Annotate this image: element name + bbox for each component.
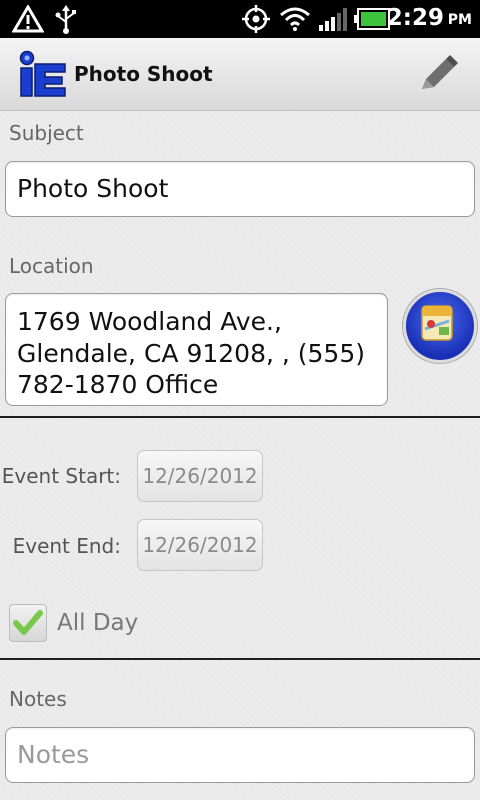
- notes-placeholder: Notes: [17, 740, 90, 769]
- event-start-button[interactable]: 12/26/2012: [137, 450, 263, 502]
- usb-icon: [55, 5, 76, 34]
- page-title: Photo Shoot: [74, 62, 213, 86]
- wifi-icon: [280, 7, 310, 31]
- app-logo-icon: [19, 50, 66, 97]
- map-button[interactable]: [403, 289, 477, 363]
- warning-icon: [12, 5, 44, 33]
- pencil-icon[interactable]: [416, 55, 460, 95]
- event-start-label: Event Start:: [1, 464, 121, 488]
- event-end-button[interactable]: 12/26/2012: [137, 519, 263, 571]
- all-day-checkbox[interactable]: [9, 604, 47, 642]
- status-bar: 2:29 PM: [0, 0, 480, 38]
- signal-icon: [319, 8, 347, 31]
- location-label: Location: [9, 254, 94, 278]
- map-icon: [421, 305, 453, 341]
- location-input[interactable]: 1769 Woodland Ave., Glendale, CA 91208, …: [5, 293, 388, 406]
- notes-input[interactable]: Notes: [5, 727, 475, 783]
- title-bar: Photo Shoot: [0, 38, 480, 111]
- event-end-label: Event End:: [12, 534, 121, 558]
- all-day-label: All Day: [57, 610, 139, 636]
- status-ampm: PM: [447, 12, 472, 28]
- subject-input[interactable]: Photo Shoot: [5, 161, 475, 217]
- notes-label: Notes: [9, 687, 67, 711]
- section-divider-2: [0, 658, 480, 660]
- checkmark-icon: [13, 610, 43, 635]
- subject-label: Subject: [9, 121, 84, 145]
- location-line-2: Glendale, CA 91208, , (555): [17, 339, 365, 368]
- section-divider-1: [0, 416, 480, 418]
- status-time: 2:29: [386, 5, 444, 31]
- gps-icon: [242, 5, 270, 33]
- battery-icon: [354, 8, 390, 30]
- subject-value: Photo Shoot: [17, 174, 169, 203]
- location-line-3: 782-1870 Office: [17, 370, 219, 399]
- location-line-1: 1769 Woodland Ave.,: [17, 307, 282, 336]
